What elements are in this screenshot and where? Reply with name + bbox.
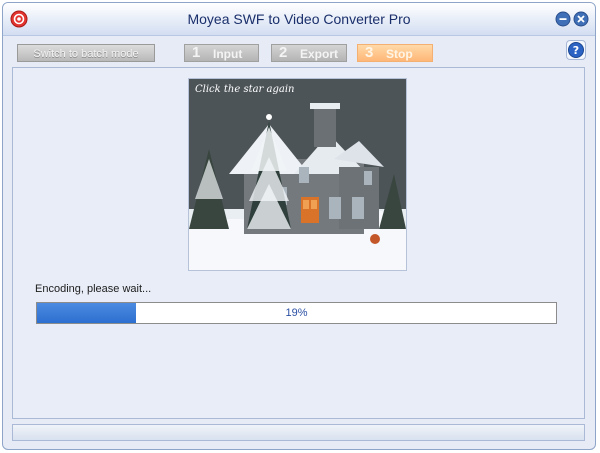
step-export-button[interactable]: 2 Export — [271, 44, 347, 62]
title-bar[interactable]: Moyea SWF to Video Converter Pro — [3, 3, 595, 36]
step-label: Stop — [386, 47, 413, 61]
preview-caption: Click the star again — [195, 84, 294, 95]
minimize-icon[interactable] — [555, 11, 571, 27]
svg-text:?: ? — [573, 44, 579, 57]
progress-percent: 19% — [285, 307, 308, 319]
step-label: Export — [300, 47, 339, 61]
step-input-button[interactable]: 1 Input — [184, 44, 259, 62]
step-number: 1 — [192, 44, 201, 61]
close-icon[interactable] — [573, 11, 589, 27]
main-window: Moyea SWF to Video Converter Pro Switch … — [2, 2, 596, 450]
help-button[interactable]: ? — [566, 40, 586, 60]
swf-preview-image: Click the star again — [189, 79, 406, 270]
step-number: 2 — [279, 44, 288, 61]
window-title: Moyea SWF to Video Converter Pro — [187, 11, 411, 27]
encoding-status: Encoding, please wait... — [35, 283, 152, 295]
status-bar — [12, 424, 585, 441]
encoding-progress-bar: 19% — [36, 302, 557, 324]
step-label: Input — [213, 47, 243, 61]
preview-frame: Click the star again — [188, 78, 407, 271]
step-stop-button[interactable]: 3 Stop — [357, 44, 433, 62]
step-number: 3 — [365, 44, 374, 61]
main-content: Click the star again Encoding, please wa… — [12, 67, 585, 419]
help-icon: ? — [568, 42, 584, 58]
batch-mode-button[interactable]: Switch to batch mode — [17, 44, 155, 62]
